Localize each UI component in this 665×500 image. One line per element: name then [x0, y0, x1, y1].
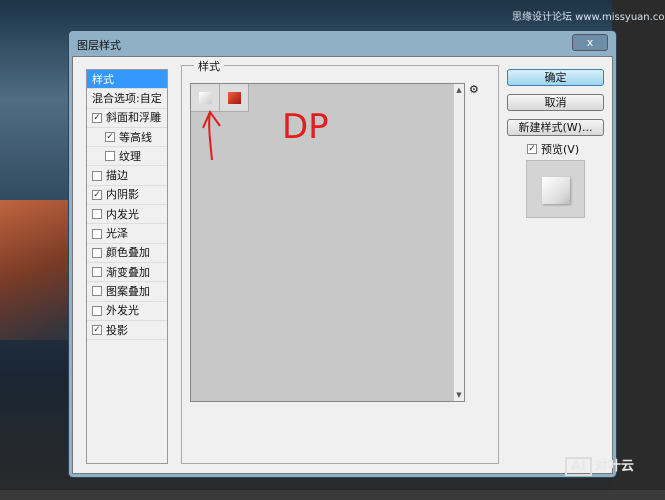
checkbox[interactable]	[92, 170, 102, 181]
checkbox[interactable]: ✓	[105, 132, 115, 143]
effects-list-item[interactable]: ✓ 投影	[87, 321, 167, 341]
effects-list-item[interactable]: 样式	[87, 70, 167, 90]
checkbox[interactable]	[105, 151, 115, 162]
checkbox[interactable]: ✓	[92, 112, 102, 123]
effects-list-item[interactable]: ✓ 斜面和浮雕	[87, 109, 167, 128]
status-bar	[0, 490, 665, 500]
workspace-background	[612, 0, 665, 500]
effects-list-item-label: 外发光	[106, 304, 139, 318]
effects-list-item[interactable]: 内发光	[87, 205, 167, 225]
checkbox[interactable]	[92, 286, 102, 297]
effects-list: 样式混合选项:自定 ✓ 斜面和浮雕 ✓ 等高线纹理描边 ✓ 内阴影内发光光泽颜色叠加渐变叠加…	[86, 69, 168, 464]
checkbox[interactable]: ✓	[527, 144, 537, 154]
gear-icon[interactable]: ⚙	[469, 83, 479, 96]
effects-list-item-label: 样式	[92, 72, 114, 86]
dialog-client: 样式混合选项:自定 ✓ 斜面和浮雕 ✓ 等高线纹理描边 ✓ 内阴影内发光光泽颜色叠加渐变叠加…	[72, 56, 613, 474]
effects-list-item[interactable]: 纹理	[87, 147, 167, 167]
effects-list-item-label: 斜面和浮雕	[106, 111, 161, 125]
checkbox[interactable]	[92, 305, 102, 316]
effects-list-item-label: 等高线	[119, 130, 152, 144]
effects-list-item[interactable]: 描边	[87, 166, 167, 186]
effects-list-item-label: 投影	[106, 323, 128, 337]
style-swatch-default[interactable]	[191, 84, 220, 112]
effects-list-item[interactable]: 光泽	[87, 224, 167, 244]
scrollbar[interactable]: ▲ ▼	[453, 84, 464, 401]
ok-button[interactable]: 确定	[507, 69, 604, 86]
effects-list-item[interactable]: ✓ 等高线	[87, 128, 167, 148]
layer-style-dialog: 图层样式 x 样式混合选项:自定 ✓ 斜面和浮雕 ✓ 等高线纹理描边 ✓ 内阴影内发光光泽颜…	[68, 30, 617, 478]
effects-list-item-label: 图案叠加	[106, 284, 150, 298]
styles-group-label: 样式	[194, 58, 224, 74]
effects-list-item[interactable]: 渐变叠加	[87, 263, 167, 283]
swatch-white-icon	[199, 92, 212, 104]
styles-grid: ▲ ▼	[190, 83, 465, 402]
checkbox[interactable]: ✓	[92, 189, 102, 200]
effects-list-item-label: 内发光	[106, 207, 139, 221]
style-swatch-red[interactable]	[220, 84, 249, 112]
checkbox[interactable]	[92, 267, 102, 278]
effects-list-item-label: 颜色叠加	[106, 246, 150, 260]
effects-list-item-label: 光泽	[106, 227, 128, 241]
effects-list-item-label: 混合选项:自定	[92, 91, 162, 105]
preview-thumbnail	[526, 160, 585, 218]
effects-list-item[interactable]: ✓ 内阴影	[87, 186, 167, 206]
effects-list-item-label: 渐变叠加	[106, 265, 150, 279]
preview-checkbox[interactable]: ✓ 预览(V)	[527, 141, 579, 157]
checkbox[interactable]: ✓	[92, 325, 102, 335]
checkbox[interactable]	[92, 209, 102, 220]
effects-list-item[interactable]: 外发光	[87, 302, 167, 321]
checkbox[interactable]	[92, 247, 102, 258]
effects-list-item-label: 内阴影	[106, 188, 139, 202]
new-style-button[interactable]: 新建样式(W)...	[507, 119, 604, 136]
dialog-title: 图层样式	[77, 39, 121, 52]
watermark-logo: AI 对叶云	[565, 455, 634, 476]
effects-list-item[interactable]: 混合选项:自定	[87, 89, 167, 109]
styles-group: 样式 ▲ ▼ ⚙	[181, 58, 499, 464]
effects-list-item[interactable]: 颜色叠加	[87, 244, 167, 263]
effects-list-item[interactable]: 图案叠加	[87, 282, 167, 302]
swatch-red-icon	[228, 92, 241, 104]
preview-label: 预览(V)	[541, 143, 580, 156]
background-image	[0, 200, 68, 340]
close-button[interactable]: x	[572, 34, 608, 51]
effects-list-item-label: 描边	[106, 169, 128, 183]
cancel-button[interactable]: 取消	[507, 94, 604, 111]
checkbox[interactable]	[92, 228, 102, 239]
effects-list-item-label: 纹理	[119, 149, 141, 163]
watermark: 思缘设计论坛 www.missyuan.com	[512, 12, 665, 23]
